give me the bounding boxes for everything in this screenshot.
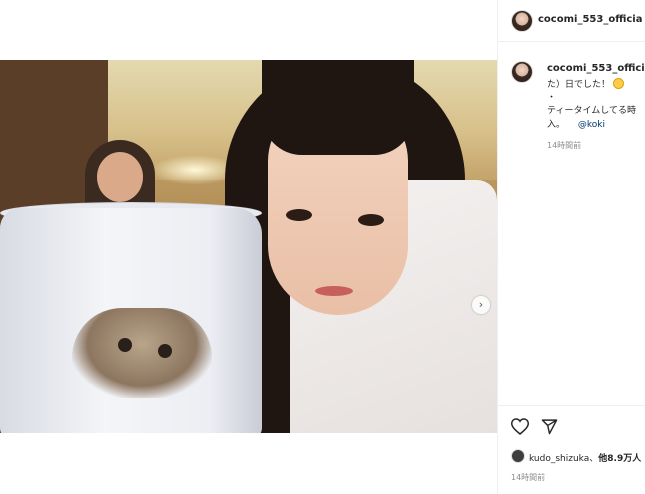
likes-avatar[interactable] xyxy=(511,449,525,463)
heart-icon[interactable] xyxy=(511,418,529,435)
post-side-panel: cocomi_553_officia • cocomi_553_official… xyxy=(497,0,645,494)
caption-username[interactable]: cocomi_553_official xyxy=(547,63,645,74)
carousel-next-button[interactable]: › xyxy=(472,296,490,314)
likes-summary: kudo_shizuka、他8.9万人 xyxy=(529,451,641,464)
photo-left-eye xyxy=(286,209,312,221)
post-header: cocomi_553_officia • xyxy=(498,0,645,42)
header-avatar[interactable] xyxy=(511,10,533,32)
photo-mug-pug xyxy=(72,308,212,398)
likes-separator: 、 xyxy=(589,454,599,464)
post-actions: kudo_shizuka、他8.9万人 14時間前 xyxy=(498,405,645,494)
chevron-right-icon: › xyxy=(478,298,484,311)
photo-pug-left-eye xyxy=(118,338,132,352)
post-time: 14時間前 xyxy=(511,473,546,482)
post-photo[interactable]: › xyxy=(0,60,497,433)
caption-bullet: ・ xyxy=(547,93,557,103)
likes-count[interactable]: 他8.9万人 xyxy=(598,454,641,464)
photo-lips xyxy=(315,286,353,296)
photo-background-person-face xyxy=(97,152,143,202)
photo-bangs xyxy=(262,60,414,155)
photo-pug-right-eye xyxy=(158,344,172,358)
likes-user[interactable]: kudo_shizuka xyxy=(529,454,589,464)
caption-time: 14時間前 xyxy=(547,141,582,150)
header-username-text: cocomi_553_officia xyxy=(538,14,643,25)
caption-line-4-text: 入。 xyxy=(547,120,566,130)
caption-avatar[interactable] xyxy=(511,61,533,83)
photo-right-eye xyxy=(358,214,384,226)
smiling-face-icon xyxy=(612,78,624,89)
caption-line-1-text: た）日でした！ xyxy=(547,80,611,90)
caption-line-1: た）日でした！ xyxy=(547,77,624,90)
mention-link[interactable]: @koki xyxy=(578,120,605,130)
share-icon[interactable] xyxy=(541,418,558,435)
caption-line-4: 入。 @koki xyxy=(547,117,605,130)
header-username[interactable]: cocomi_553_officia • xyxy=(538,14,644,25)
caption-line-3: ティータイムしてる時 xyxy=(547,106,637,116)
